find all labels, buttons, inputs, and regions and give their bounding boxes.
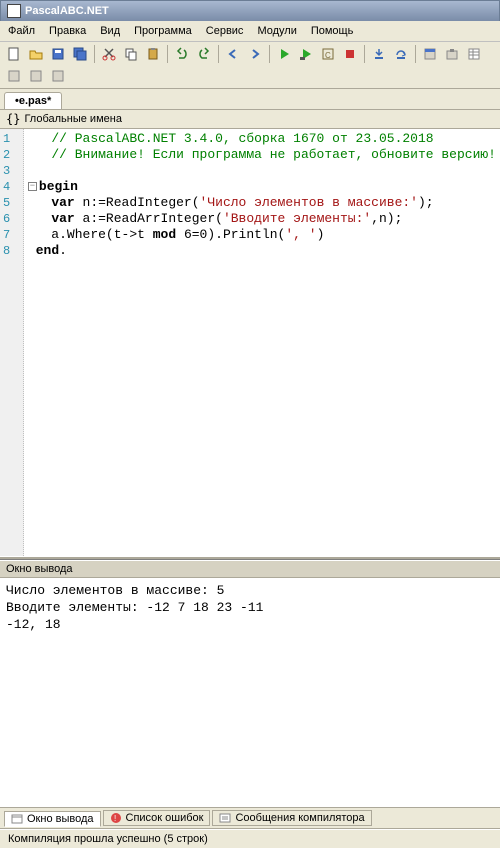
menu-edit[interactable]: Правка xyxy=(49,25,86,37)
run-noconsole-button[interactable] xyxy=(296,44,316,64)
svg-text:C: C xyxy=(325,51,331,60)
code-editor[interactable]: 12345678 // PascalABC.NET 3.4.0, сборка … xyxy=(0,129,500,556)
compile-button[interactable]: C xyxy=(318,44,338,64)
tab-output[interactable]: Окно вывода xyxy=(4,811,101,827)
tool5-button[interactable] xyxy=(26,66,46,86)
cut-button[interactable] xyxy=(99,44,119,64)
save-button[interactable] xyxy=(48,44,68,64)
output-panel[interactable]: Число элементов в массиве: 5 Вводите эле… xyxy=(0,578,500,808)
editor-tabs: •e.pas* xyxy=(0,89,500,110)
separator xyxy=(269,45,270,63)
save-all-button[interactable] xyxy=(70,44,90,64)
separator xyxy=(364,45,365,63)
tab-errors-label: Список ошибок xyxy=(126,812,204,824)
output-panel-title: Окно вывода xyxy=(0,560,500,578)
copy-button[interactable] xyxy=(121,44,141,64)
form-designer-button[interactable] xyxy=(420,44,440,64)
nav-back-button[interactable] xyxy=(223,44,243,64)
menu-help[interactable]: Помощь xyxy=(311,25,354,37)
globals-label: Глобальные имена xyxy=(24,113,122,125)
paste-button[interactable] xyxy=(143,44,163,64)
tool4-button[interactable] xyxy=(4,66,24,86)
tab-errors[interactable]: ! Список ошибок xyxy=(103,810,211,826)
menu-bar: Файл Правка Вид Программа Сервис Модули … xyxy=(0,21,500,42)
braces-icon: {} xyxy=(6,112,20,126)
bottom-tabs: Окно вывода ! Список ошибок Сообщения ко… xyxy=(0,808,500,829)
app-icon xyxy=(7,4,21,18)
step-into-button[interactable] xyxy=(369,44,389,64)
nav-forward-button[interactable] xyxy=(245,44,265,64)
toolbox-button[interactable] xyxy=(442,44,462,64)
status-bar: Компиляция прошла успешно (5 строк) xyxy=(0,829,500,848)
menu-file[interactable]: Файл xyxy=(8,25,35,37)
globals-dropdown[interactable]: {} Глобальные имена xyxy=(0,110,500,129)
tab-compiler[interactable]: Сообщения компилятора xyxy=(212,810,371,826)
open-file-button[interactable] xyxy=(26,44,46,64)
undo-button[interactable] xyxy=(172,44,192,64)
file-tab[interactable]: •e.pas* xyxy=(4,92,62,109)
redo-button[interactable] xyxy=(194,44,214,64)
menu-modules[interactable]: Модули xyxy=(257,25,296,37)
error-icon: ! xyxy=(110,812,122,824)
menu-program[interactable]: Программа xyxy=(134,25,192,37)
line-gutter: 12345678 xyxy=(0,129,24,556)
separator xyxy=(94,45,95,63)
separator xyxy=(167,45,168,63)
title-bar: PascalABC.NET xyxy=(0,0,500,21)
app-title: PascalABC.NET xyxy=(25,5,109,17)
new-file-button[interactable] xyxy=(4,44,24,64)
separator xyxy=(218,45,219,63)
tab-compiler-label: Сообщения компилятора xyxy=(235,812,364,824)
menu-view[interactable]: Вид xyxy=(100,25,120,37)
run-button[interactable] xyxy=(274,44,294,64)
menu-service[interactable]: Сервис xyxy=(206,25,244,37)
tool6-button[interactable] xyxy=(48,66,68,86)
svg-text:!: ! xyxy=(114,814,116,823)
tab-output-label: Окно вывода xyxy=(27,813,94,825)
code-content[interactable]: // PascalABC.NET 3.4.0, сборка 1670 от 2… xyxy=(24,129,500,556)
compiler-icon xyxy=(219,812,231,824)
toolbar: C xyxy=(0,42,500,89)
output-icon xyxy=(11,813,23,825)
stop-button[interactable] xyxy=(340,44,360,64)
separator xyxy=(415,45,416,63)
properties-button[interactable] xyxy=(464,44,484,64)
step-over-button[interactable] xyxy=(391,44,411,64)
